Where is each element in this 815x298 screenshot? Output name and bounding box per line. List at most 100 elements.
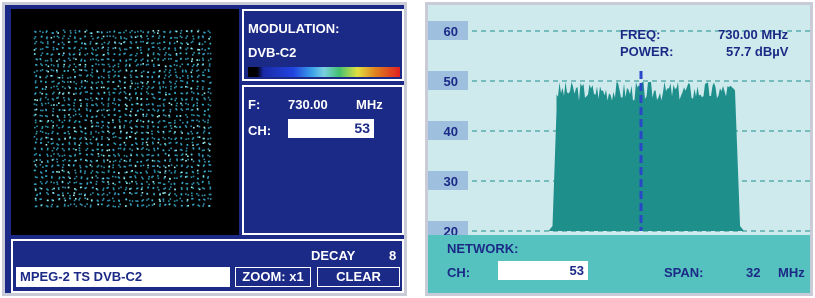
constellation-point: [89, 58, 92, 61]
constellation-point: [173, 166, 176, 169]
constellation-point: [141, 200, 143, 202]
constellation-point: [174, 131, 176, 133]
constellation-point: [165, 93, 167, 96]
channel-input[interactable]: 53: [498, 261, 588, 280]
constellation-point: [50, 75, 52, 77]
constellation-point: [137, 82, 139, 85]
constellation-point: [180, 187, 183, 189]
constellation-point: [135, 153, 138, 156]
clear-button[interactable]: CLEAR: [317, 267, 400, 287]
constellation-point: [51, 177, 53, 179]
constellation-point: [126, 131, 128, 134]
constellation-point: [158, 120, 161, 123]
constellation-point: [34, 205, 37, 208]
constellation-point: [146, 199, 148, 201]
constellation-point: [208, 182, 210, 185]
constellation-point: [157, 47, 160, 49]
constellation-point: [45, 115, 47, 117]
constellation-point: [89, 142, 92, 144]
constellation-point: [140, 108, 142, 110]
constellation-point: [62, 160, 64, 162]
constellation-point: [51, 132, 53, 134]
constellation-point: [108, 138, 110, 141]
constellation-point: [57, 147, 59, 149]
constellation-point: [156, 165, 159, 167]
constellation-point: [62, 37, 64, 40]
constellation-point: [80, 74, 82, 77]
constellation-point: [101, 82, 104, 84]
power-value: 57.7 dBµV: [726, 44, 789, 59]
constellation-point: [142, 85, 144, 88]
constellation-point: [168, 154, 170, 157]
constellation-point: [130, 97, 132, 99]
constellation-point: [118, 70, 120, 73]
constellation-point: [75, 66, 77, 68]
constellation-point: [45, 132, 47, 134]
freq-value: 730.00 MHz: [718, 27, 789, 42]
constellation-point: [69, 64, 71, 66]
constellation-point: [173, 149, 176, 152]
constellation-point: [119, 203, 121, 206]
constellation-point: [157, 76, 160, 79]
constellation-point: [168, 180, 170, 183]
constellation-point: [67, 70, 69, 72]
constellation-point: [108, 80, 110, 83]
constellation-point: [128, 199, 131, 202]
constellation-point: [62, 125, 64, 127]
constellation-point: [108, 155, 111, 157]
constellation-point: [198, 205, 201, 207]
constellation-point: [123, 192, 125, 194]
constellation-point: [203, 130, 206, 132]
constellation-point: [85, 29, 88, 32]
constellation-point: [44, 59, 47, 62]
constellation-point: [168, 200, 170, 202]
constellation-point: [73, 192, 76, 194]
constellation-point: [198, 120, 200, 123]
constellation-point: [192, 92, 195, 94]
constellation-point: [193, 126, 195, 129]
constellation-point: [157, 153, 159, 156]
constellation-point: [100, 86, 103, 89]
constellation-point: [63, 205, 66, 207]
constellation-point: [185, 98, 187, 101]
constellation-point: [169, 186, 172, 188]
constellation-point: [118, 164, 120, 167]
constellation-point: [185, 114, 187, 116]
constellation-point: [90, 35, 93, 37]
constellation-point: [174, 188, 176, 191]
constellation-point: [186, 198, 189, 201]
constellation-point: [45, 165, 47, 167]
constellation-point: [186, 47, 189, 49]
constellation-point: [61, 104, 64, 107]
transport-stream-field[interactable]: MPEG-2 TS DVB-C2: [16, 267, 230, 287]
constellation-point: [147, 31, 150, 33]
constellation-point: [191, 69, 193, 71]
constellation-point: [123, 41, 126, 43]
constellation-point: [70, 32, 72, 34]
constellation-point: [203, 198, 205, 201]
constellation-point: [162, 109, 164, 112]
constellation-point: [124, 144, 127, 146]
zoom-button[interactable]: ZOOM: x1: [235, 267, 311, 287]
constellation-point: [118, 154, 120, 157]
constellation-point: [45, 81, 47, 84]
constellation-point: [163, 105, 165, 107]
constellation-point: [67, 192, 69, 194]
constellation-point: [67, 91, 70, 94]
constellation-point: [208, 193, 211, 196]
constellation-point: [154, 171, 156, 173]
constellation-point: [81, 131, 83, 133]
constellation-point: [72, 53, 75, 56]
constellation-point: [170, 98, 173, 100]
constellation-point: [163, 188, 165, 190]
constellation-screen: MODULATION: DVB-C2 F: 730.00 MHz CH: 53 …: [2, 2, 407, 296]
constellation-point: [181, 104, 184, 107]
constellation-point: [85, 149, 88, 151]
constellation-point: [164, 176, 166, 178]
constellation-point: [47, 70, 49, 73]
constellation-point: [196, 108, 199, 110]
constellation-point: [202, 59, 204, 61]
channel-input[interactable]: 53: [288, 119, 374, 138]
constellation-point: [163, 36, 165, 38]
constellation-point: [61, 126, 64, 129]
